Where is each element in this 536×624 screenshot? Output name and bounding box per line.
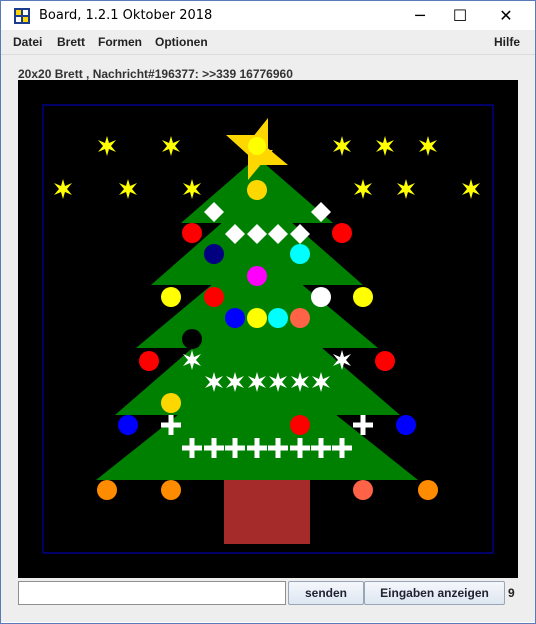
send-button[interactable]: senden: [288, 581, 364, 605]
menu-optionen[interactable]: Optionen: [155, 35, 208, 49]
title-bar[interactable]: Board, 1.2.1 Oktober 2018 ─ ☐ ✕: [1, 1, 535, 30]
menu-formen[interactable]: Formen: [98, 35, 142, 49]
message-input[interactable]: [18, 581, 286, 605]
input-count: 9: [508, 586, 515, 600]
menu-hilfe[interactable]: Hilfe: [494, 35, 520, 49]
close-button[interactable]: ✕: [483, 1, 529, 30]
window-title: Board, 1.2.1 Oktober 2018: [39, 8, 213, 23]
menu-datei[interactable]: Datei: [13, 35, 42, 49]
menu-bar: Datei Brett Formen Optionen Hilfe: [1, 30, 535, 55]
board-grid-icon: [14, 8, 30, 24]
maximize-button[interactable]: ☐: [437, 1, 483, 30]
status-text: 20x20 Brett , Nachricht#196377: >>339 16…: [18, 67, 293, 81]
tree-trunk: [224, 480, 310, 544]
game-board[interactable]: [18, 80, 518, 578]
show-inputs-button[interactable]: Eingaben anzeigen: [364, 581, 505, 605]
menu-brett[interactable]: Brett: [57, 35, 85, 49]
